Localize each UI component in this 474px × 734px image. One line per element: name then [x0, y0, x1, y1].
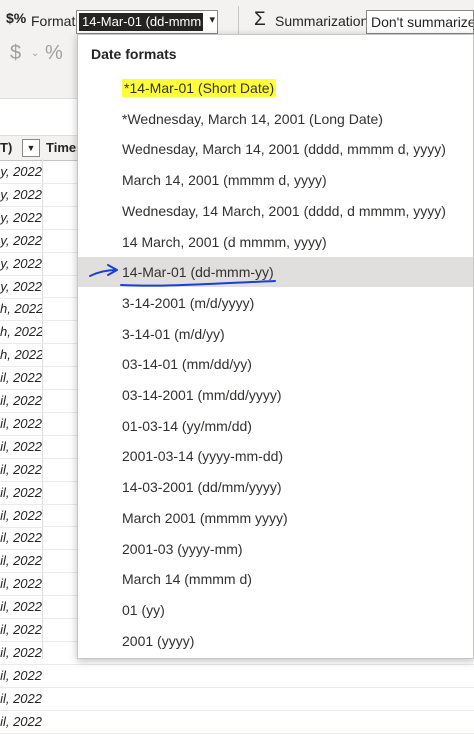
date-format-option-label: 03-14-01 (mm/dd/yy)	[122, 356, 252, 373]
date-format-option-label: March 14, 2001 (mmmm d, yyyy)	[122, 172, 327, 189]
date-format-option-label: 01 (yy)	[122, 601, 165, 618]
date-format-option-label: 3-14-2001 (m/d/yyyy)	[122, 294, 255, 311]
grid-row-date: il, 2022	[0, 549, 42, 574]
date-format-dropdown: Date formats *14-Mar-01 (Short Date) *Wed…	[77, 34, 474, 659]
date-format-option[interactable]: March 14, 2001 (mmmm d, yyyy)	[78, 165, 473, 195]
column-divider	[42, 159, 43, 659]
grid-row-date: il, 2022	[0, 641, 42, 665]
grid-row-date: il, 2022	[0, 366, 42, 391]
date-format-option[interactable]: Wednesday, March 14, 2001 (dddd, mmmm d,…	[78, 134, 473, 164]
date-format-option[interactable]: 3-14-01 (m/d/yy)	[78, 319, 473, 349]
format-select[interactable]: 14-Mar-01 (dd-mmm ▾	[76, 10, 218, 34]
grid-row-date: il, 2022	[0, 710, 42, 734]
chevron-down-icon[interactable]: ▾	[209, 13, 215, 26]
grid-row-date: il, 2022	[0, 687, 42, 711]
date-format-option-label: 2001-03-14 (yyyy-mm-dd)	[122, 448, 284, 465]
grid-row-date: il, 2022	[0, 389, 42, 413]
grid-row-date: il, 2022	[0, 526, 42, 551]
date-format-option-label: *Wednesday, March 14, 2001 (Long Date)	[122, 110, 383, 127]
format-dollar-percent-icon: $%	[6, 10, 27, 26]
grid-row-date: y, 2022	[0, 206, 42, 230]
grid-row-date: il, 2022	[0, 504, 42, 528]
column-header-date[interactable]: T)	[0, 140, 12, 155]
grid-row-date: il, 2022	[0, 458, 42, 482]
date-format-option[interactable]: *Wednesday, March 14, 2001 (Long Date)	[78, 104, 473, 134]
grid-row-line	[42, 709, 474, 711]
format-label: Format	[31, 13, 76, 29]
date-format-option[interactable]: 14-03-2001 (dd/mm/yyyy)	[78, 472, 473, 502]
grid-row-date: il, 2022	[0, 572, 42, 597]
grid-row-line	[42, 732, 474, 734]
dropdown-header: Date formats	[91, 46, 177, 62]
grid-row-line	[42, 686, 474, 688]
grid-row-date: il, 2022	[0, 618, 42, 642]
date-format-option[interactable]: 2001-03 (yyyy-mm)	[78, 534, 473, 564]
currency-button[interactable]: $	[10, 42, 21, 65]
date-format-option-label: 2001-03 (yyyy-mm)	[122, 540, 243, 557]
date-format-option-label: 3-14-01 (m/d/yy)	[122, 325, 225, 342]
grid-row-date: y, 2022	[0, 275, 42, 299]
currency-chevron-down-icon[interactable]: ⌄	[31, 48, 39, 59]
date-format-option[interactable]: 3-14-2001 (m/d/yyyy)	[78, 288, 473, 318]
date-format-option-label: March 14 (mmmm d)	[122, 571, 252, 588]
date-format-option[interactable]: Wednesday, 14 March, 2001 (dddd, d mmmm,…	[78, 196, 473, 226]
date-format-option[interactable]: March 14 (mmmm d)	[78, 564, 473, 594]
format-select-value: 14-Mar-01 (dd-mmm	[79, 13, 203, 31]
grid-row-date: il, 2022	[0, 481, 42, 505]
percent-button[interactable]: %	[45, 42, 63, 65]
date-format-option[interactable]: 14 March, 2001 (d mmmm, yyyy)	[78, 227, 473, 257]
date-format-option-label: 14-03-2001 (dd/mm/yyyy)	[122, 479, 282, 496]
date-format-option[interactable]: 2001 (yyyy)	[78, 626, 473, 656]
grid-row-date: h, 2022	[0, 320, 42, 345]
annotation-underline	[120, 280, 276, 287]
date-format-option[interactable]: *14-Mar-01 (Short Date)	[78, 73, 473, 103]
summarization-select[interactable]: Don't summarize	[366, 10, 474, 34]
summarization-label: Summarization	[275, 13, 369, 29]
grid-row-date: il, 2022	[0, 595, 42, 620]
date-format-option[interactable]: 2001-03-14 (yyyy-mm-dd)	[78, 441, 473, 471]
annotation-arrow-icon	[89, 264, 118, 277]
date-format-option-label: 2001 (yyyy)	[122, 632, 195, 649]
column-filter-icon[interactable]: ▼	[22, 139, 40, 157]
date-format-option[interactable]: 03-14-01 (mm/dd/yy)	[78, 349, 473, 379]
date-format-option-label: 14 March, 2001 (d mmmm, yyyy)	[122, 233, 327, 250]
date-format-option-label: Wednesday, 14 March, 2001 (dddd, d mmmm,…	[122, 202, 446, 219]
date-format-option[interactable]: 03-14-2001 (mm/dd/yyyy)	[78, 380, 473, 410]
grid-row-date: y, 2022	[0, 252, 42, 276]
date-format-option[interactable]: 01 (yy)	[78, 595, 473, 625]
grid-row-date: y, 2022	[0, 160, 42, 184]
grid-row-date: il, 2022	[0, 412, 42, 436]
date-format-option[interactable]: March 2001 (mmmm yyyy)	[78, 503, 473, 533]
grid-row-line	[42, 663, 474, 665]
grid-row-date: h, 2022	[0, 343, 42, 368]
grid-row-date: y, 2022	[0, 183, 42, 207]
date-format-option-label: 03-14-2001 (mm/dd/yyyy)	[122, 387, 282, 403]
date-format-option-label: *14-Mar-01 (Short Date)	[122, 79, 277, 97]
grid-row-date: y, 2022	[0, 229, 42, 253]
date-format-option-label: March 2001 (mmmm yyyy)	[122, 509, 288, 526]
sigma-icon: Σ	[254, 9, 266, 30]
grid-row-date: il, 2022	[0, 664, 42, 688]
grid-row-date: h, 2022	[0, 297, 42, 322]
date-format-option-label: Wednesday, March 14, 2001 (dddd, mmmm d,…	[122, 141, 446, 158]
grid-row-date: il, 2022	[0, 435, 42, 459]
date-format-option-label: 01-03-14 (yy/mm/dd)	[122, 417, 252, 434]
date-format-option[interactable]: 01-03-14 (yy/mm/dd)	[78, 411, 473, 441]
